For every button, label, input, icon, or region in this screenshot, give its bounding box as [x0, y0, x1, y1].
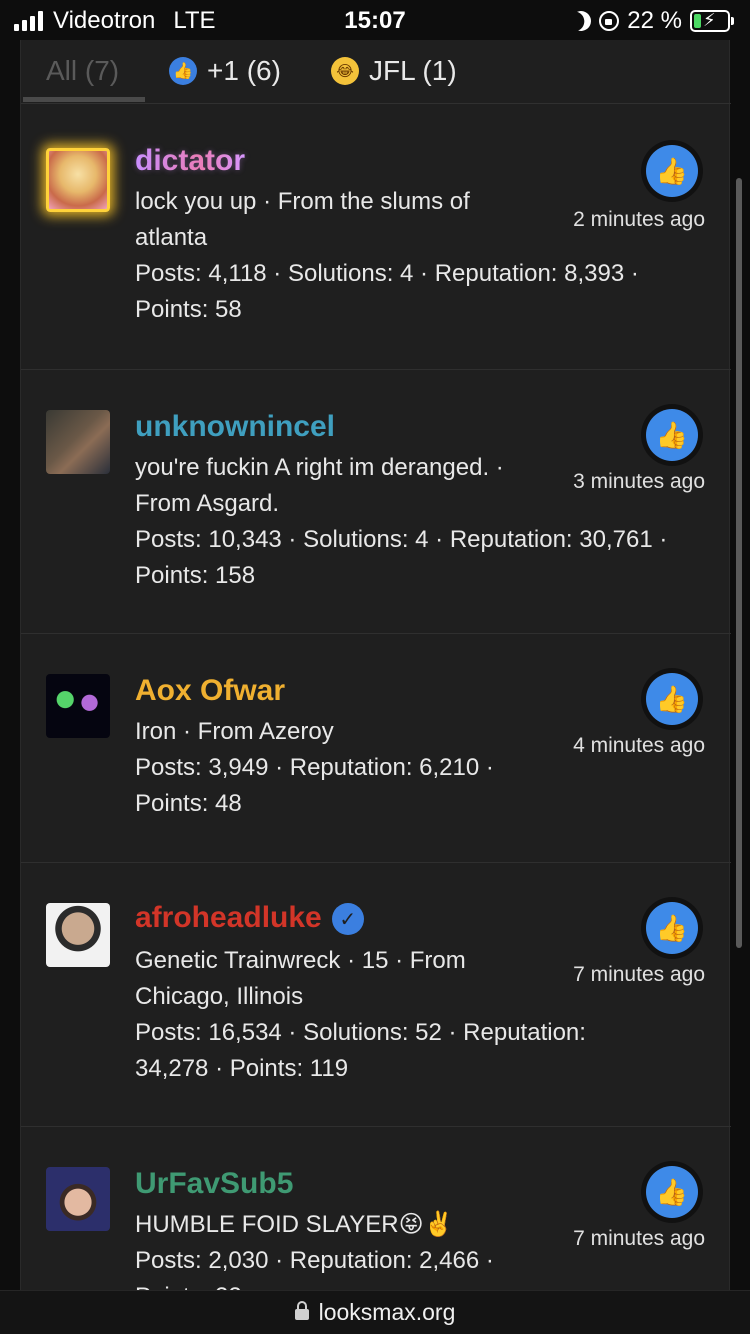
user-title: you're fuckin A right im deranged. · Fro… — [135, 454, 504, 517]
thumbs-up-icon: 👍 — [646, 673, 698, 725]
reaction-time[interactable]: 3 minutes ago — [573, 470, 705, 494]
user-stats: Posts: 16,534 · Solutions: 52 · Reputati… — [135, 1019, 586, 1082]
battery-fill — [694, 14, 702, 28]
thumbs-up-icon: 👍 — [646, 902, 698, 954]
user-stats: Posts: 3,949 · Reputation: 6,210 · Point… — [135, 754, 494, 817]
avatar[interactable] — [46, 410, 110, 474]
user-stats: Posts: 10,343 · Solutions: 4 · Reputatio… — [135, 526, 668, 589]
username-text: afroheadluke — [135, 901, 322, 934]
username-link[interactable]: afroheadluke ✓ — [135, 901, 364, 936]
reaction-badge: 👍 — [641, 897, 703, 959]
lock-icon — [294, 1301, 309, 1320]
verified-badge-icon: ✓ — [331, 903, 364, 936]
reaction-row: afroheadluke ✓ Genetic Trainwreck · 15 · … — [21, 863, 731, 1127]
thumbs-up-icon: 👍 — [646, 145, 698, 197]
reactions-panel: All (7) 👍 +1 (6) 😂 JFL (1) dictator lock… — [20, 40, 731, 1310]
battery-charging-icon: ⚡ — [690, 10, 734, 32]
user-title: lock you up · From the slums of atlanta — [135, 188, 470, 251]
rotation-lock-icon — [599, 11, 620, 31]
url-bar[interactable]: looksmax.org — [0, 1290, 750, 1334]
tab-plus-one-label: +1 (6) — [207, 55, 281, 86]
username-link[interactable]: UrFavSub5 — [135, 1167, 293, 1201]
username-link[interactable]: unknownincel — [135, 410, 335, 444]
tab-all[interactable]: All (7) — [46, 46, 119, 96]
avatar[interactable] — [46, 674, 110, 738]
moon-icon — [568, 7, 595, 34]
user-title: HUMBLE FOID SLAYER😝✌️ — [135, 1211, 454, 1238]
status-bar: Videotron LTE 15:07 22 % ⚡ — [0, 0, 750, 40]
reaction-row: Aox Ofwar Iron · From Azeroy Posts: 3,94… — [21, 634, 731, 863]
reaction-tabs: All (7) 👍 +1 (6) 😂 JFL (1) — [21, 40, 731, 104]
reaction-badge: 👍 — [641, 668, 703, 730]
avatar[interactable] — [46, 148, 110, 212]
avatar[interactable] — [46, 903, 110, 967]
reaction-row: dictator lock you up · From the slums of… — [21, 106, 731, 370]
active-tab-indicator — [23, 97, 145, 102]
laughing-emoji-icon: 😂 — [331, 57, 359, 85]
user-stats: Posts: 4,118 · Solutions: 4 · Reputation… — [135, 260, 639, 323]
user-title: Iron · From Azeroy — [135, 718, 334, 745]
username-link[interactable]: Aox Ofwar — [135, 674, 285, 708]
reaction-badge: 👍 — [641, 1161, 703, 1223]
status-right: 22 % ⚡ — [568, 7, 734, 35]
tab-plus-one[interactable]: 👍 +1 (6) — [169, 46, 281, 96]
reaction-badge: 👍 — [641, 404, 703, 466]
reaction-badge: 👍 — [641, 140, 703, 202]
reaction-time[interactable]: 7 minutes ago — [573, 1227, 705, 1251]
thumbs-up-icon: 👍 — [646, 409, 698, 461]
bolt-icon: ⚡ — [703, 10, 716, 30]
reaction-time[interactable]: 7 minutes ago — [573, 963, 705, 987]
username-link[interactable]: dictator — [135, 144, 245, 178]
url-domain: looksmax.org — [318, 1299, 456, 1325]
tab-jfl[interactable]: 😂 JFL (1) — [331, 46, 457, 96]
scrollbar[interactable] — [736, 178, 742, 948]
tab-all-label: All (7) — [46, 55, 120, 86]
reaction-time[interactable]: 2 minutes ago — [573, 208, 705, 232]
tab-jfl-label: JFL (1) — [369, 55, 457, 86]
thumbs-up-icon: 👍 — [646, 1166, 698, 1218]
battery-percent: 22 % — [627, 7, 682, 34]
reaction-time[interactable]: 4 minutes ago — [573, 734, 705, 758]
user-title: Genetic Trainwreck · 15 · From Chicago, … — [135, 947, 466, 1010]
reaction-row: unknownincel you're fuckin A right im de… — [21, 370, 731, 634]
avatar[interactable] — [46, 1167, 110, 1231]
thumbs-up-icon: 👍 — [169, 57, 197, 85]
